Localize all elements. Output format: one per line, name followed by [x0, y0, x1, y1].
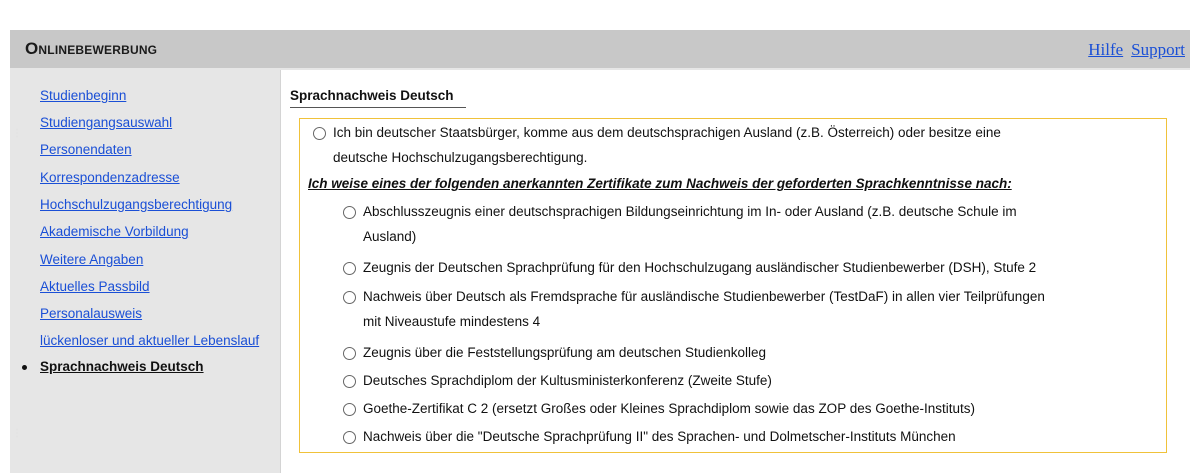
option-label: Zeugnis über die Feststellungsprüfung am…: [363, 345, 767, 360]
sidebar-item-passbild[interactable]: Aktuelles Passbild: [40, 279, 150, 294]
page-title: Onlinebewerbung: [25, 39, 158, 58]
sidebar-item-lebenslauf[interactable]: lückenloser und aktueller Lebenslauf: [40, 333, 259, 348]
option-label: deutsche Hochschulzugangsberechtigung.: [333, 150, 588, 165]
sidebar-item-weitere-angaben[interactable]: Weitere Angaben: [40, 252, 143, 267]
sidebar-item-studiengangsauswahl[interactable]: Studiengangsauswahl: [40, 115, 172, 130]
sidebar-item-hochschulzugangsberechtigung[interactable]: Hochschulzugangsberechtigung: [40, 197, 232, 212]
sidebar-item-personendaten[interactable]: Personendaten: [40, 142, 132, 157]
sidebar-item-personalausweis[interactable]: Personalausweis: [40, 306, 142, 321]
option-label: Nachweis über Deutsch als Fremdsprache f…: [363, 289, 1045, 304]
radio-studienkolleg[interactable]: [343, 347, 356, 360]
option-label: Ausland): [363, 229, 417, 244]
option-label: Ich bin deutscher Staatsbürger, komme au…: [333, 125, 1001, 140]
language-proof-options: Ich bin deutscher Staatsbürger, komme au…: [299, 118, 1167, 453]
support-link[interactable]: Support: [1131, 40, 1185, 59]
sidebar-item-akademische-vorbildung[interactable]: Akademische Vorbildung: [40, 224, 189, 239]
header-links: Hilfe Support: [1080, 40, 1185, 60]
radio-testdaf[interactable]: [343, 291, 356, 304]
option-label: Nachweis über die "Deutsche Sprachprüfun…: [363, 429, 956, 444]
ghost-mark: ⋮: [12, 428, 22, 439]
option-label: Abschlusszeugnis einer deutschsprachigen…: [363, 204, 1017, 219]
section-title: Sprachnachweis Deutsch: [290, 88, 466, 108]
option-label: mit Niveaustufe mindestens 4: [363, 314, 541, 329]
radio-dsh[interactable]: [343, 262, 356, 275]
option-label: Deutsches Sprachdiplom der Kultusministe…: [363, 373, 772, 388]
ghost-mark: ⋮: [12, 128, 22, 139]
radio-abschlusszeugnis[interactable]: [343, 206, 356, 219]
header-bar: Onlinebewerbung Hilfe Support: [10, 30, 1190, 68]
sidebar-nav: ⋮ ⋮ Studienbeginn Studiengangsauswahl Pe…: [10, 68, 280, 473]
certificates-heading: Ich weise eines der folgenden anerkannte…: [308, 176, 1012, 191]
option-label: Goethe-Zertifikat C 2 (ersetzt Großes od…: [363, 401, 976, 416]
help-link[interactable]: Hilfe: [1088, 40, 1123, 59]
sidebar-item-korrespondenzadresse[interactable]: Korrespondenzadresse: [40, 170, 180, 185]
main-content: Sprachnachweis Deutsch Ich bin deutscher…: [280, 70, 1191, 473]
sidebar-item-sprachnachweis-active: Sprachnachweis Deutsch: [40, 359, 204, 374]
active-bullet-icon: [22, 365, 27, 370]
radio-dsp-ii[interactable]: [343, 431, 356, 444]
radio-goethe-c2[interactable]: [343, 403, 356, 416]
sidebar-item-studienbeginn[interactable]: Studienbeginn: [40, 88, 126, 103]
application-page: Onlinebewerbung Hilfe Support ⋮ ⋮ Studien…: [10, 30, 1191, 473]
radio-german-citizen[interactable]: [313, 127, 326, 140]
radio-kmk-sprachdiplom[interactable]: [343, 375, 356, 388]
option-label: Zeugnis der Deutschen Sprachprüfung für …: [363, 260, 1037, 275]
